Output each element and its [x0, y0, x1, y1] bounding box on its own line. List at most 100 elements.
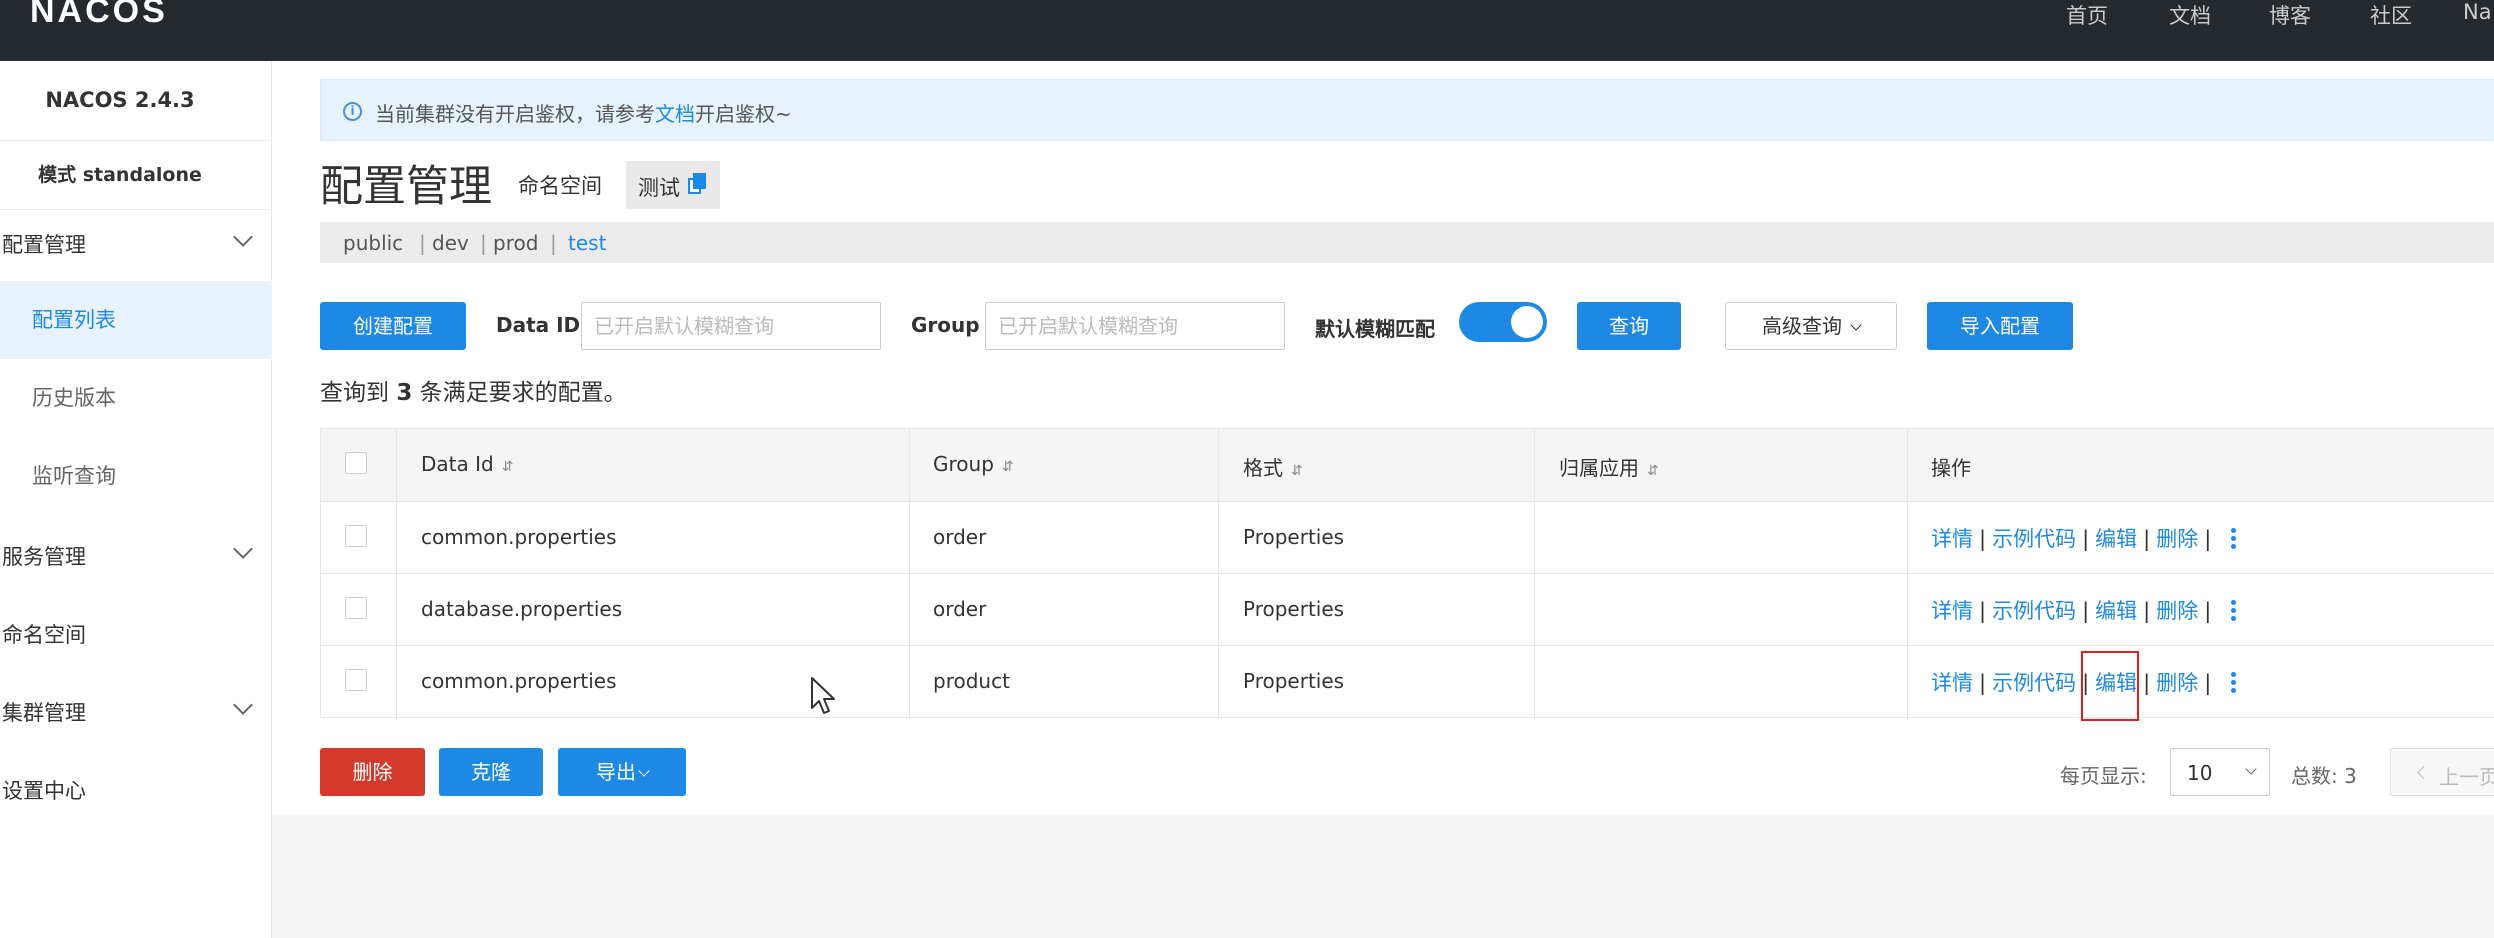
sample-code-link[interactable]: 示例代码 — [1992, 599, 2076, 623]
row-checkbox[interactable] — [345, 597, 367, 619]
cell-data-id: database.properties — [421, 597, 623, 621]
sample-code-link[interactable]: 示例代码 — [1992, 527, 2076, 551]
table-header: Data Id ⇵ Group ⇵ 格式 ⇵ 归属应用 ⇵ 操作 — [321, 429, 2494, 502]
result-summary: 查询到 3 条满足要求的配置。 — [320, 373, 627, 407]
column-format[interactable]: 格式 ⇵ — [1243, 452, 1303, 481]
delete-link[interactable]: 删除 — [2156, 527, 2198, 551]
config-table: Data Id ⇵ Group ⇵ 格式 ⇵ 归属应用 ⇵ 操作 common.prop… — [320, 428, 2494, 719]
cell-data-id: common.properties — [421, 525, 617, 549]
action-separator: | — [2143, 671, 2151, 695]
sidebar-item-config-list[interactable]: 配置列表 — [0, 281, 272, 359]
sidebar-group-namespace[interactable]: 命名空间 — [2, 619, 86, 649]
sort-icon[interactable]: ⇵ — [1002, 459, 1014, 475]
sidebar-group-config[interactable]: 配置管理 — [2, 229, 86, 259]
notice-text-before: 当前集群没有开启鉴权，请参考 — [375, 102, 655, 126]
fuzzy-match-toggle[interactable] — [1459, 302, 1547, 342]
edit-highlight-box — [2081, 651, 2139, 721]
namespace-public[interactable]: public — [343, 231, 403, 255]
group-label: Group — [911, 313, 980, 337]
import-config-button[interactable]: 导入配置 — [1927, 302, 2073, 350]
total-count: 总数: 3 — [2291, 764, 2357, 788]
more-icon[interactable] — [2231, 672, 2237, 694]
nav-community[interactable]: 社区 — [2370, 0, 2412, 30]
query-button[interactable]: 查询 — [1577, 302, 1681, 350]
action-separator: | — [2082, 599, 2090, 623]
column-group-label: Group — [933, 452, 994, 476]
namespace-separator: | — [480, 231, 487, 255]
chevron-down-icon[interactable] — [233, 695, 253, 715]
sort-icon[interactable]: ⇵ — [502, 459, 514, 475]
chevron-down-icon[interactable] — [233, 227, 253, 247]
result-prefix: 查询到 — [320, 380, 389, 406]
page-size-select[interactable]: 10 — [2170, 748, 2270, 796]
sort-icon[interactable]: ⇵ — [1647, 463, 1659, 479]
sidebar-version-title: NACOS 2.4.3 — [45, 88, 195, 112]
sidebar-group-service[interactable]: 服务管理 — [2, 541, 86, 571]
delete-link[interactable]: 删除 — [2156, 599, 2198, 623]
data-id-label: Data ID — [496, 313, 581, 337]
nav-home[interactable]: 首页 — [2066, 0, 2108, 30]
more-icon[interactable] — [2231, 528, 2237, 550]
table-row: common.properties product Properties 详情 |… — [321, 646, 2494, 718]
cell-format: Properties — [1243, 597, 1345, 621]
row-actions: 详情 | 示例代码 | 编辑 | 删除 | — [1931, 523, 2237, 553]
column-data-id[interactable]: Data Id ⇵ — [421, 452, 513, 476]
advanced-query-button[interactable]: 高级查询 — [1725, 302, 1897, 350]
namespace-separator: | — [419, 231, 426, 255]
action-separator: | — [1979, 527, 1987, 551]
detail-link[interactable]: 详情 — [1931, 527, 1973, 551]
prev-page-button[interactable]: 上一页 — [2390, 748, 2494, 796]
select-all-checkbox[interactable] — [345, 452, 367, 474]
sort-icon[interactable]: ⇵ — [1291, 463, 1303, 479]
cell-data-id: common.properties — [421, 669, 617, 693]
batch-delete-button[interactable]: 删除 — [320, 748, 425, 796]
namespace-prod[interactable]: prod — [493, 231, 538, 255]
edit-link[interactable]: 编辑 — [2095, 599, 2137, 623]
nav-language[interactable]: Na — [2463, 0, 2492, 24]
row-checkbox[interactable] — [345, 669, 367, 691]
detail-link[interactable]: 详情 — [1931, 599, 1973, 623]
result-count: 3 — [396, 380, 413, 406]
column-divider — [909, 429, 910, 719]
namespace-test[interactable]: test — [568, 231, 606, 255]
more-icon[interactable] — [2231, 600, 2237, 622]
sidebar-group-settings[interactable]: 设置中心 — [2, 775, 86, 805]
chevron-down-icon[interactable] — [233, 539, 253, 559]
delete-link[interactable]: 删除 — [2156, 671, 2198, 695]
nav-docs[interactable]: 文档 — [2169, 0, 2211, 30]
result-suffix: 条满足要求的配置。 — [419, 380, 627, 406]
copy-icon[interactable] — [688, 173, 708, 195]
action-separator: | — [2204, 671, 2212, 695]
sidebar-item-listener[interactable]: 监听查询 — [0, 437, 272, 515]
data-id-input[interactable] — [581, 302, 881, 350]
cell-group: product — [933, 669, 1010, 693]
create-config-button[interactable]: 创建配置 — [320, 302, 466, 350]
chevron-down-icon — [2245, 763, 2257, 775]
detail-link[interactable]: 详情 — [1931, 671, 1973, 695]
group-input[interactable] — [985, 302, 1285, 350]
sample-code-link[interactable]: 示例代码 — [1992, 671, 2076, 695]
column-divider — [1907, 429, 1908, 719]
sidebar-item-history[interactable]: 历史版本 — [0, 359, 272, 437]
nav-blog[interactable]: 博客 — [2269, 0, 2311, 30]
action-separator: | — [1979, 671, 1987, 695]
top-bar: NACOS 首页 文档 博客 社区 Na — [0, 0, 2494, 61]
nacos-logo[interactable]: NACOS — [30, 0, 168, 31]
advanced-query-label: 高级查询 — [1762, 314, 1842, 338]
namespace-dev[interactable]: dev — [432, 231, 469, 255]
clone-button[interactable]: 克隆 — [439, 748, 543, 796]
action-separator: | — [2143, 599, 2151, 623]
row-checkbox[interactable] — [345, 525, 367, 547]
column-app[interactable]: 归属应用 ⇵ — [1559, 452, 1659, 481]
mouse-cursor-icon — [811, 677, 835, 714]
notice-text: 当前集群没有开启鉴权，请参考文档开启鉴权~ — [375, 98, 792, 127]
column-group[interactable]: Group ⇵ — [933, 452, 1014, 476]
edit-link[interactable]: 编辑 — [2095, 527, 2137, 551]
sidebar-divider — [0, 140, 272, 141]
action-separator: | — [2143, 527, 2151, 551]
notice-doc-link[interactable]: 文档 — [655, 102, 695, 126]
sidebar-group-cluster[interactable]: 集群管理 — [2, 697, 86, 727]
namespace-bar: public | dev | prod | test — [320, 222, 2494, 263]
export-button[interactable]: 导出 — [558, 748, 686, 796]
column-data-id-label: Data Id — [421, 452, 494, 476]
